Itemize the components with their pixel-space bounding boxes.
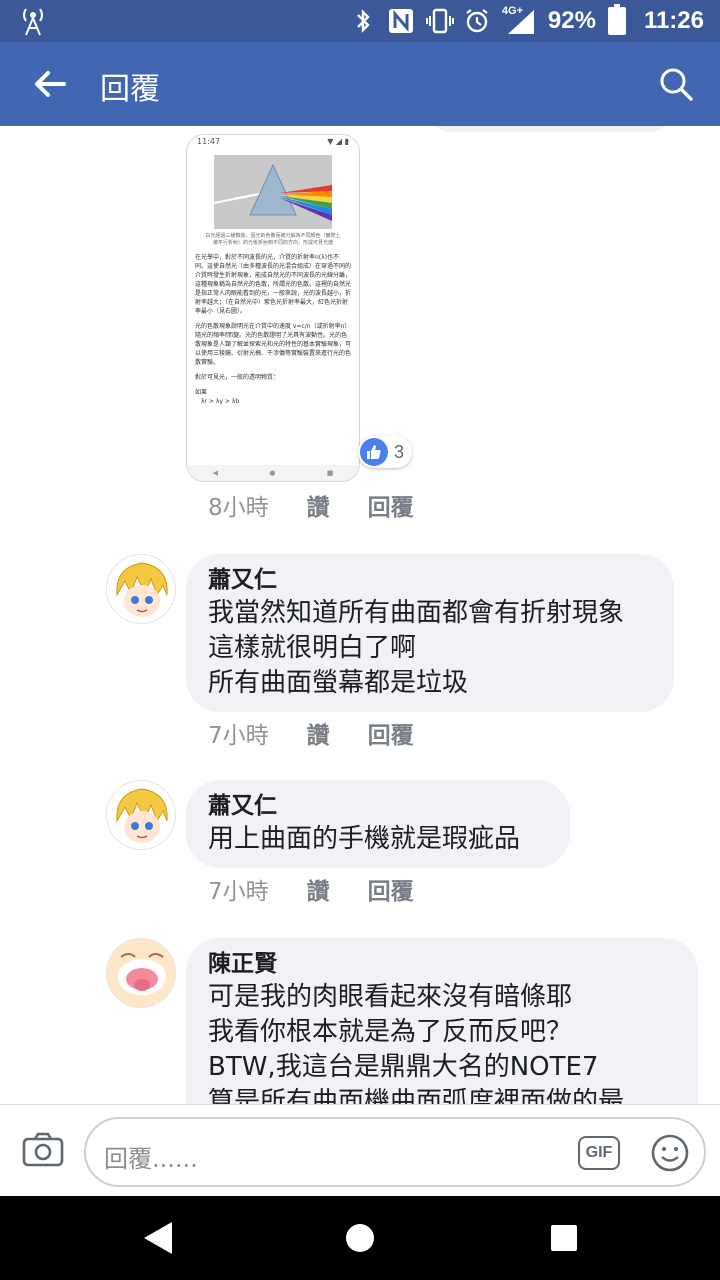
comment-thread[interactable]: 11:47 ▼ ◢ ▮ 白光經過三稜鏡後，因光的色散而被分解為不同顏色（實際上被… (0, 126, 720, 1104)
comment-time: 7小時 (208, 879, 269, 905)
commenter-name[interactable]: 蕭又仁 (208, 790, 548, 822)
comment-time: 7小時 (208, 723, 269, 749)
comment-text: 可是我的肉眼看起來沒有暗條耶 我看你根本就是為了反而反吧？ BTW,我這台是鼎鼎… (208, 982, 625, 1104)
comment-bubble[interactable]: 蕭又仁 用上曲面的手機就是瑕疵品 (186, 780, 570, 868)
screenshot-nav-bar: ◀ ● ■ (187, 465, 359, 481)
reply-button[interactable]: 回覆 (368, 872, 414, 906)
gif-button[interactable]: GIF (578, 1136, 620, 1170)
prism-image (213, 155, 332, 229)
back-arrow-icon[interactable] (30, 64, 70, 104)
screenshot-status-bar: 11:47 ▼ ◢ ▮ (197, 137, 349, 146)
vibrate-icon (425, 8, 454, 34)
avatar[interactable] (106, 938, 176, 1008)
commenter-name[interactable]: 陳正賢 (208, 948, 676, 980)
attached-screenshot[interactable]: 11:47 ▼ ◢ ▮ 白光經過三稜鏡後，因光的色散而被分解為不同顏色（實際上被… (186, 134, 360, 482)
thumbs-up-icon (360, 438, 388, 466)
article-text: 在光學中，對於不同波長的光，介質的折射率n(λ)也不同。這使自然光（由多種波長的… (195, 254, 352, 405)
nfc-icon (388, 8, 414, 34)
antenna-icon (20, 6, 46, 36)
comment-time: 8小時 (208, 495, 269, 521)
reply-button[interactable]: 回覆 (368, 716, 414, 750)
back-triangle-icon[interactable] (140, 1220, 176, 1256)
avatar[interactable] (106, 780, 176, 850)
reply-placeholder: 回覆...... (104, 1145, 198, 1173)
alarm-icon (464, 8, 490, 34)
system-nav-bar (0, 1196, 720, 1280)
camera-icon[interactable] (22, 1129, 64, 1171)
reply-input[interactable]: 回覆...... GIF (84, 1117, 706, 1187)
comment-meta: 7小時 讚 回覆 (208, 716, 414, 750)
reply-button[interactable]: 回覆 (368, 488, 414, 522)
like-button[interactable]: 讚 (307, 872, 330, 906)
reaction-badge[interactable]: 3 (358, 436, 413, 468)
comment-text: 用上曲面的手機就是瑕疵品 (208, 824, 521, 854)
clock: 11:26 (643, 7, 704, 34)
home-circle-icon[interactable] (342, 1220, 378, 1256)
image-caption: 白光經過三稜鏡後，因光的色散而被分解為不同顏色（實際上被平行折射）的光後折射到不… (205, 233, 341, 246)
like-button[interactable]: 讚 (307, 716, 330, 750)
recents-square-icon[interactable] (546, 1220, 582, 1256)
battery-icon (607, 4, 626, 35)
app-header: 回覆 (0, 42, 720, 126)
signal-icon: 4G+ (502, 5, 536, 34)
commenter-name[interactable]: 蕭又仁 (208, 564, 652, 596)
bluetooth-icon (350, 8, 376, 34)
comment-bubble[interactable]: 蕭又仁 我當然知道所有曲面都會有折射現象 這樣就很明白了啊 所有曲面螢幕都是垃圾 (186, 554, 674, 712)
status-bar: 4G+ 92% 11:26 (0, 0, 720, 42)
battery-percent: 92% (547, 7, 596, 34)
comment-meta: 7小時 讚 回覆 (208, 872, 414, 906)
previous-comment-bubble (430, 126, 670, 132)
search-icon[interactable] (658, 66, 694, 102)
reply-composer: 回覆...... GIF (0, 1104, 720, 1196)
avatar[interactable] (106, 554, 176, 624)
page-title: 回覆 (100, 72, 160, 107)
like-button[interactable]: 讚 (307, 488, 330, 522)
comment-text: 我當然知道所有曲面都會有折射現象 這樣就很明白了啊 所有曲面螢幕都是垃圾 (208, 598, 625, 698)
smiley-icon[interactable] (650, 1133, 690, 1173)
comment-meta: 8小時 讚 回覆 (208, 488, 414, 522)
comment-bubble[interactable]: 陳正賢 可是我的肉眼看起來沒有暗條耶 我看你根本就是為了反而反吧？ BTW,我這… (186, 938, 698, 1104)
